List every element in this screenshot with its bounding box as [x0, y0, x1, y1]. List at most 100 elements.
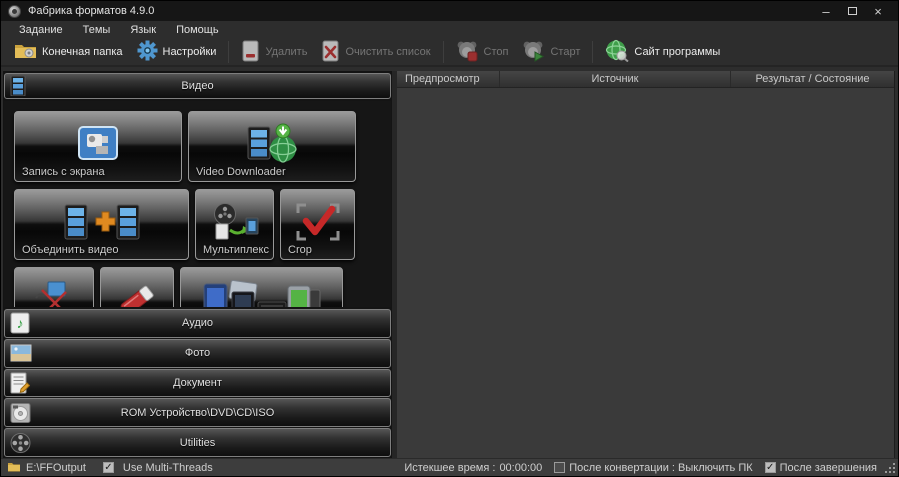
film-reel-icon — [10, 432, 31, 453]
menu-help[interactable]: Помощь — [166, 22, 229, 38]
screen-record-icon — [74, 125, 122, 168]
category-video[interactable]: Видео — [4, 73, 391, 99]
elapsed-time-value: 00:00:00 — [499, 462, 542, 474]
resize-grip[interactable] — [885, 463, 895, 473]
website-button[interactable]: Сайт программы — [598, 38, 727, 66]
toolbar-separator — [228, 41, 229, 63]
close-button[interactable]: × — [865, 2, 891, 20]
crop-check-icon — [296, 203, 340, 246]
join-video-icon — [63, 201, 141, 248]
music-note-glyph: ♪ — [17, 315, 24, 331]
shutdown-after-convert-label: После конвертации : Выключить ПК — [569, 462, 752, 474]
eraser-icon — [114, 280, 160, 307]
folder-icon — [14, 42, 37, 62]
category-utilities-label: Utilities — [180, 437, 215, 449]
column-source[interactable]: Источник — [500, 71, 731, 87]
stop-label: Стоп — [484, 46, 509, 58]
filmstrip-icon — [10, 76, 26, 96]
settings-label: Настройки — [163, 46, 217, 58]
app-logo-icon — [8, 5, 21, 18]
status-bar: E:\FFOutput ✓ Use Multi-Threads Истекшее… — [1, 458, 898, 476]
multi-threads-checkbox[interactable]: ✓ — [103, 462, 114, 473]
title-bar: Фабрика форматов 4.9.0 – × — [1, 1, 898, 21]
delete-button[interactable]: Удалить — [234, 39, 314, 66]
gear-icon — [137, 40, 158, 64]
menu-language[interactable]: Язык — [120, 22, 166, 38]
task-list-header: Предпросмотр Источник Результат / Состоя… — [397, 71, 894, 88]
column-result[interactable]: Результат / Состояние — [731, 71, 894, 87]
shutdown-after-convert-checkbox[interactable] — [554, 462, 565, 473]
task-list: Предпросмотр Источник Результат / Состоя… — [397, 71, 895, 458]
category-photo[interactable]: Фото — [4, 339, 391, 368]
photo-icon — [10, 344, 32, 362]
multiplex-icon — [210, 202, 260, 247]
delete-icon — [241, 40, 260, 65]
output-folder-small-icon — [7, 461, 21, 475]
menu-task[interactable]: Задание — [9, 22, 73, 38]
checkbox-checked-icon: ✓ — [766, 462, 774, 473]
mobile-devices-icon — [202, 280, 322, 307]
scissors-edit-icon — [32, 280, 76, 307]
tile-eraser[interactable] — [100, 267, 174, 307]
category-document-label: Документ — [173, 377, 222, 389]
after-finish-checkbox[interactable]: ✓ — [765, 462, 776, 473]
tile-label: Объединить видео — [22, 244, 119, 256]
category-rom-device[interactable]: ROM Устройство\DVD\CD\ISO — [4, 398, 391, 427]
rom-disc-icon — [10, 402, 31, 423]
website-icon — [605, 39, 629, 65]
video-download-icon — [246, 123, 298, 170]
start-label: Старт — [550, 46, 580, 58]
tile-join-video[interactable]: Объединить видео — [14, 189, 189, 260]
tile-screen-record[interactable]: Запись с экрана — [14, 111, 182, 182]
tile-multiplex[interactable]: Мультиплекс — [195, 189, 274, 260]
tile-mobile-devices[interactable] — [180, 267, 343, 307]
clear-list-button[interactable]: Очистить список — [314, 39, 437, 66]
category-audio[interactable]: ♪ Аудио — [4, 309, 391, 338]
tile-video-editor[interactable] — [14, 267, 94, 307]
category-audio-label: Аудио — [182, 317, 213, 329]
category-list: ♪ Аудио Фото До — [4, 309, 391, 457]
tile-label: Запись с экрана — [22, 166, 105, 178]
task-list-body[interactable] — [397, 88, 894, 458]
sidebar: Видео Запись с экрана — [3, 71, 392, 458]
category-utilities[interactable]: Utilities — [4, 428, 391, 457]
tile-label: Video Downloader — [196, 166, 286, 178]
maximize-icon — [848, 7, 857, 15]
checkbox-checked-icon: ✓ — [104, 462, 112, 473]
output-folder-button[interactable]: Конечная папка — [7, 41, 130, 63]
output-folder-label: Конечная папка — [42, 46, 123, 58]
audio-note-icon: ♪ — [10, 312, 30, 334]
category-rom-device-label: ROM Устройство\DVD\CD\ISO — [121, 407, 275, 419]
tile-crop[interactable]: Crop — [280, 189, 355, 260]
output-path[interactable]: E:\FFOutput — [26, 462, 86, 474]
toolbar-separator — [592, 41, 593, 63]
clear-list-label: Очистить список — [345, 46, 430, 58]
category-photo-label: Фото — [185, 347, 210, 359]
column-preview[interactable]: Предпросмотр — [397, 71, 500, 87]
tile-video-downloader[interactable]: Video Downloader — [188, 111, 356, 182]
menu-themes[interactable]: Темы — [73, 22, 121, 38]
stop-button[interactable]: Стоп — [449, 39, 516, 66]
toolbar-separator — [443, 41, 444, 63]
tile-label: Мультиплекс — [203, 244, 269, 256]
app-window: Фабрика форматов 4.9.0 – × Задание Темы … — [0, 0, 899, 477]
clear-list-icon — [321, 40, 340, 65]
settings-button[interactable]: Настройки — [130, 39, 224, 65]
stop-icon — [456, 40, 479, 65]
window-title: Фабрика форматов 4.9.0 — [28, 5, 154, 17]
document-icon — [10, 372, 30, 394]
after-finish-label: После завершения — [780, 462, 877, 474]
elapsed-time-label: Истекшее время : — [404, 462, 495, 474]
website-label: Сайт программы — [634, 46, 720, 58]
toolbar: Конечная папка Настройки У — [1, 39, 898, 67]
minimize-button[interactable]: – — [813, 2, 839, 20]
category-document[interactable]: Документ — [4, 369, 391, 398]
menu-bar: Задание Темы Язык Помощь — [1, 21, 898, 39]
maximize-button[interactable] — [839, 2, 865, 20]
start-button[interactable]: Старт — [515, 39, 587, 66]
delete-label: Удалить — [265, 46, 307, 58]
category-video-label: Видео — [181, 80, 213, 92]
tile-label: Crop — [288, 244, 312, 256]
multi-threads-label: Use Multi-Threads — [123, 462, 213, 474]
start-icon — [522, 40, 545, 65]
